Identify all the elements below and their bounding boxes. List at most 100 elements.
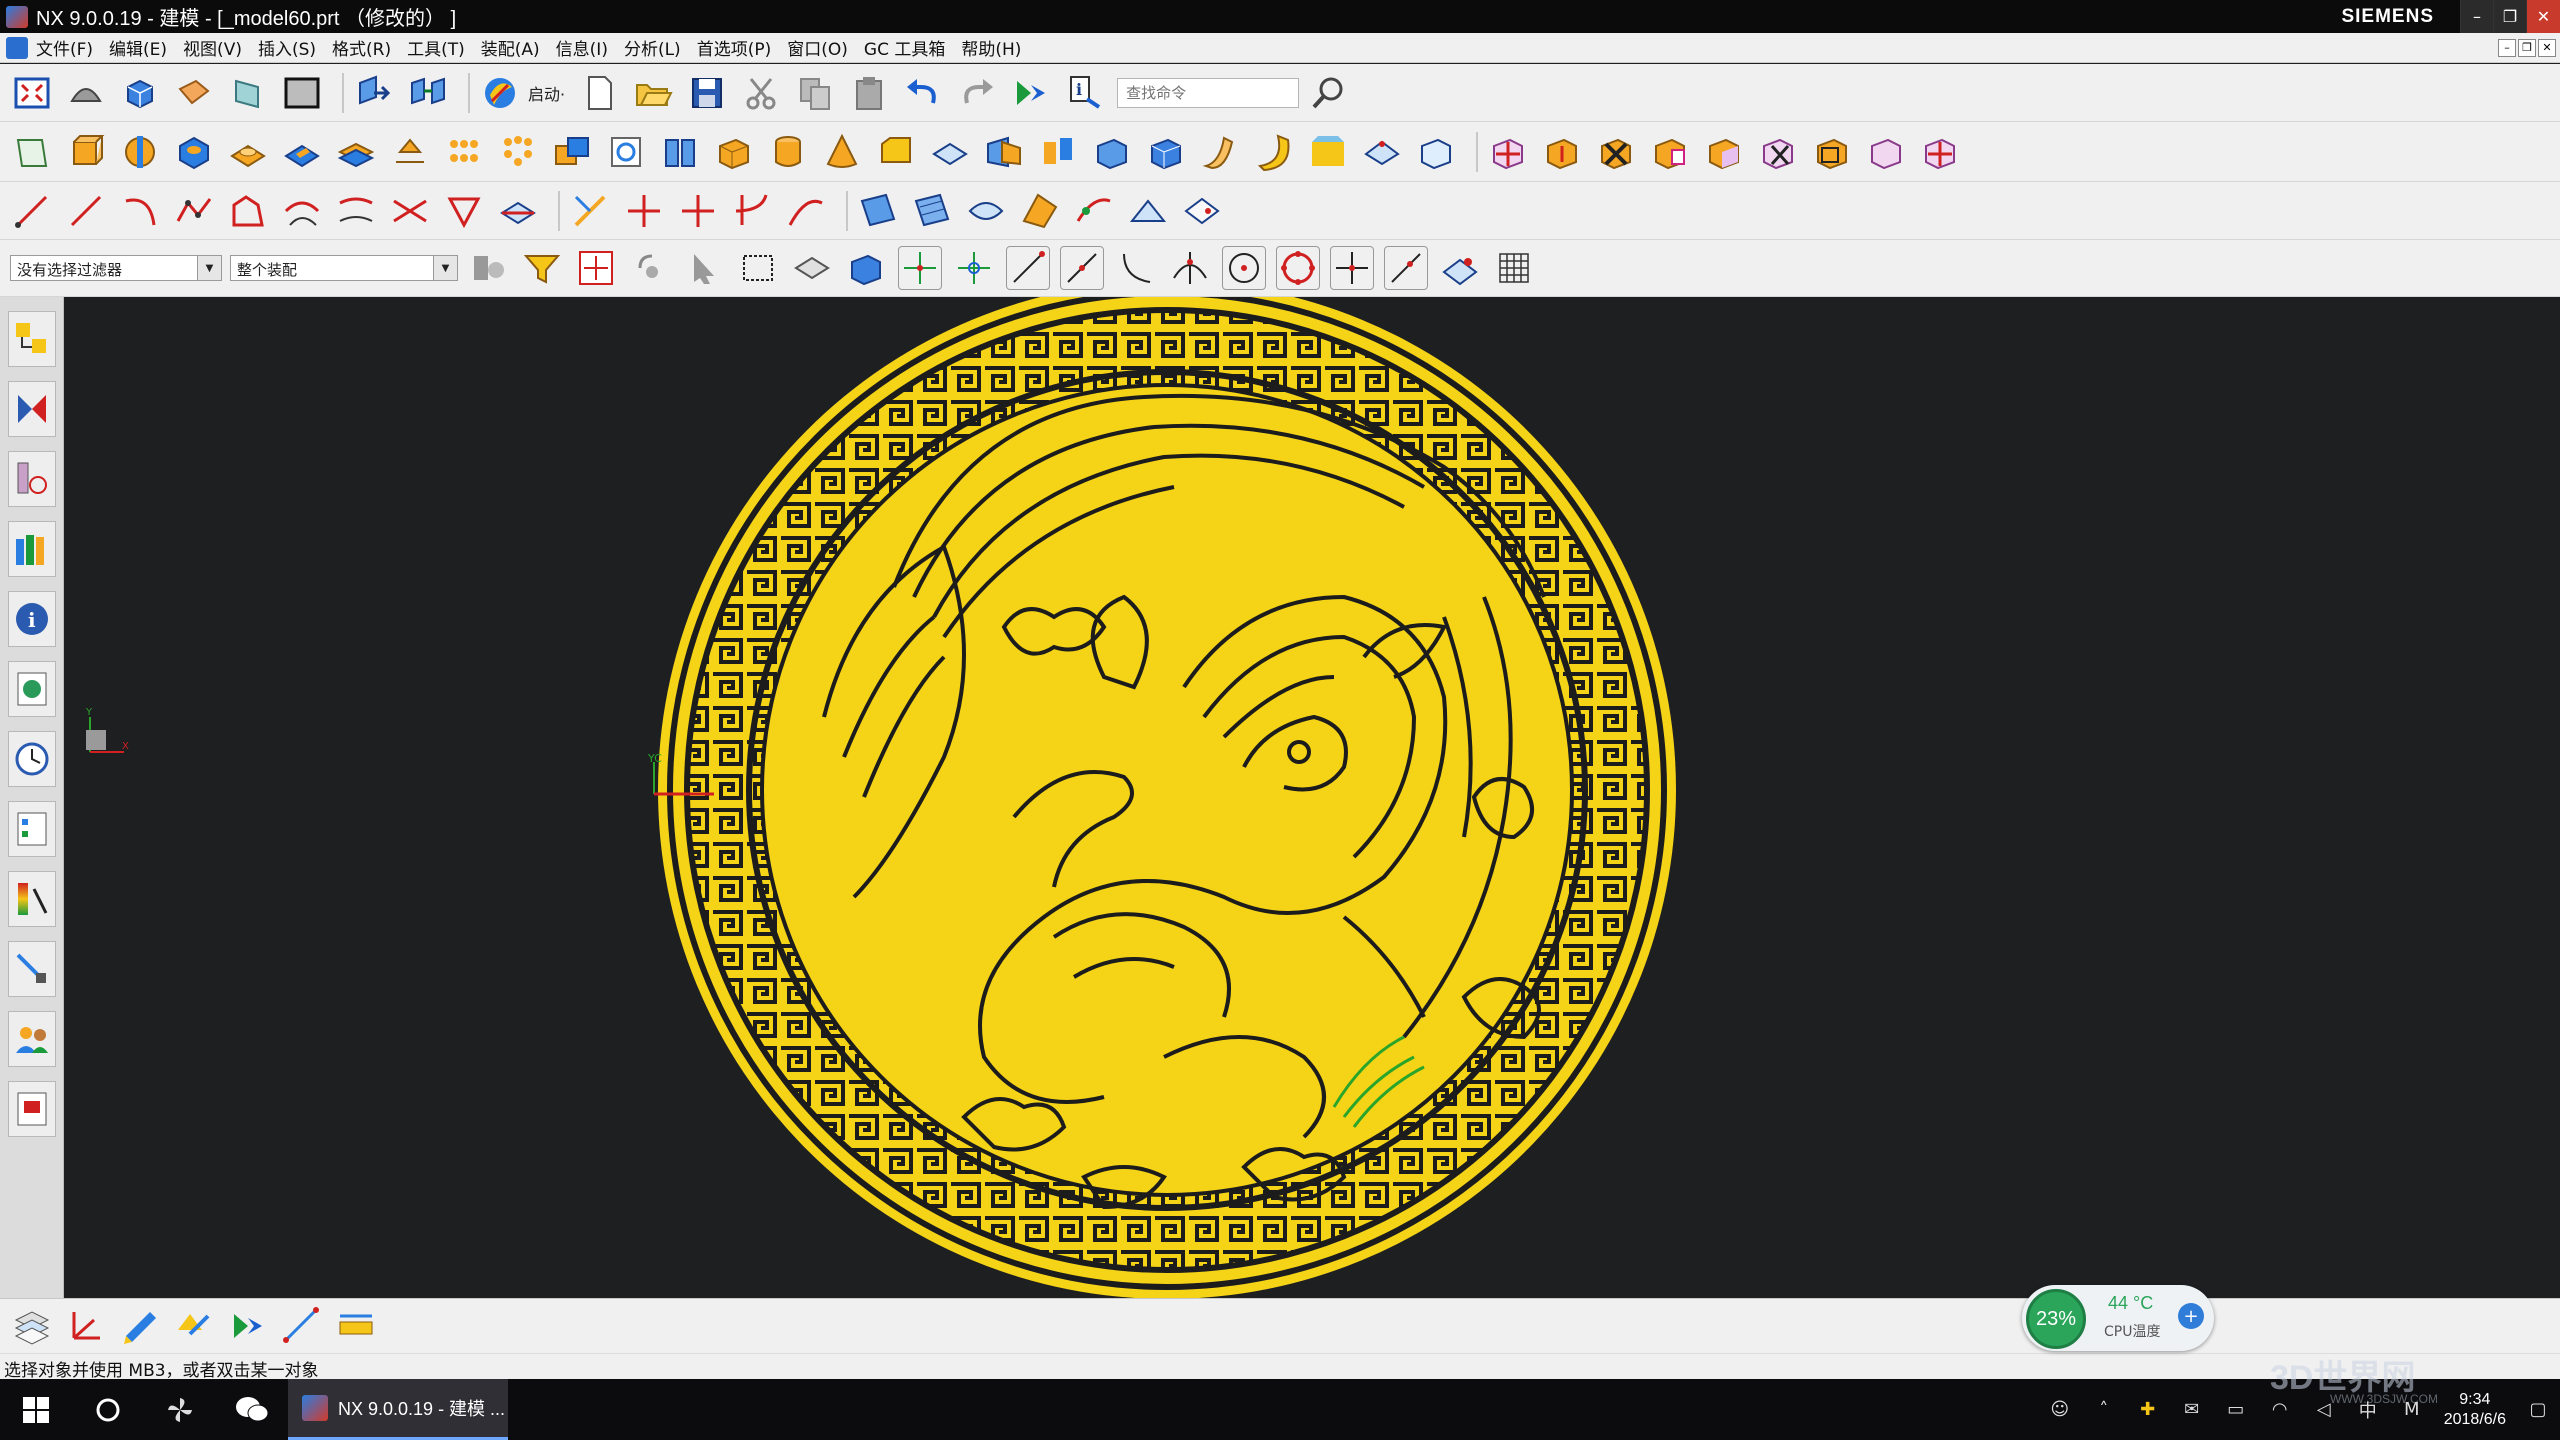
search-button[interactable]	[72, 1379, 144, 1440]
datum-plane-icon[interactable]	[1414, 130, 1458, 174]
nx-menu-logo-icon[interactable]	[6, 36, 28, 59]
bridge-curve-icon[interactable]	[568, 189, 612, 233]
offset-region-icon[interactable]	[1702, 130, 1746, 174]
layer-settings-icon[interactable]	[10, 1304, 54, 1348]
assembly-constraints-icon[interactable]	[406, 71, 450, 115]
menu-window[interactable]: 窗口(O)	[787, 35, 848, 60]
general-selection-filter-icon[interactable]	[520, 246, 564, 290]
start-label[interactable]: 启动·	[528, 81, 565, 105]
cpu-monitor-widget[interactable]: 23% 44 °C CPU温度 +	[2022, 1285, 2214, 1351]
render-style-icon[interactable]	[118, 71, 162, 115]
background-icon[interactable]	[280, 71, 324, 115]
surface-through-mesh-icon[interactable]	[856, 189, 900, 233]
snap-point-icon[interactable]	[574, 246, 618, 290]
measure-distance-icon[interactable]	[280, 1304, 324, 1348]
wcs-display-icon[interactable]	[64, 1304, 108, 1348]
snap-point-on-curve-icon[interactable]	[1330, 246, 1374, 290]
pattern-face-icon[interactable]	[1864, 130, 1908, 174]
n-sided-surface-icon[interactable]	[1018, 189, 1062, 233]
mdi-restore-button[interactable]: ❐	[2518, 38, 2536, 57]
linear-dimension-face-icon[interactable]	[1918, 130, 1962, 174]
paste-icon[interactable]	[847, 71, 891, 115]
thicken-icon[interactable]	[928, 130, 972, 174]
swept-surface-icon[interactable]	[910, 189, 954, 233]
snap-intersection-icon[interactable]	[1168, 246, 1212, 290]
hd3d-tools-icon[interactable]: i	[8, 591, 56, 647]
repeat-command-bottom-icon[interactable]	[226, 1304, 270, 1348]
assembly-filter-icon[interactable]	[466, 246, 510, 290]
divide-curve-icon[interactable]	[730, 189, 774, 233]
revolve-icon[interactable]	[118, 130, 162, 174]
assembly-navigator-icon[interactable]	[8, 311, 56, 367]
pattern-feature-icon[interactable]	[442, 130, 486, 174]
replace-face-icon[interactable]	[1648, 130, 1692, 174]
selection-scope-select[interactable]: 整个装配 ▼	[230, 255, 458, 281]
pad-icon[interactable]	[334, 130, 378, 174]
plus-icon[interactable]: +	[2178, 1303, 2204, 1329]
menu-file[interactable]: 文件(F)	[36, 35, 93, 60]
restore-button[interactable]: ❐	[2493, 0, 2526, 33]
trim-and-extend-icon[interactable]	[1126, 189, 1170, 233]
notification-icon[interactable]: ▢	[2520, 1392, 2556, 1428]
bounded-plane-icon[interactable]	[1360, 130, 1404, 174]
resize-blend-icon[interactable]	[1756, 130, 1800, 174]
wechat-button[interactable]	[216, 1379, 288, 1440]
menu-format[interactable]: 格式(R)	[332, 35, 391, 60]
selection-filter-select[interactable]: 没有选择过滤器 ▼	[10, 255, 222, 281]
fit-view-icon[interactable]	[10, 71, 54, 115]
people-icon[interactable]: ☺	[2042, 1392, 2078, 1428]
synchronous-move-face-icon[interactable]	[1486, 130, 1530, 174]
chevron-down-icon[interactable]: ▼	[197, 256, 221, 280]
reuse-library-icon[interactable]	[8, 521, 56, 577]
snap-control-point-icon[interactable]	[1114, 246, 1158, 290]
cone-icon[interactable]	[820, 130, 864, 174]
through-curves-icon[interactable]	[1306, 130, 1350, 174]
trim-body-icon[interactable]	[982, 130, 1026, 174]
wechat-tray-icon[interactable]: ✉	[2174, 1392, 2210, 1428]
move-component-icon[interactable]	[352, 71, 396, 115]
constrain-face-icon[interactable]	[1810, 130, 1854, 174]
security-app-icon[interactable]: ✚	[2130, 1392, 2166, 1428]
repeat-command-icon[interactable]	[1009, 71, 1053, 115]
battery-icon[interactable]: ▭	[2218, 1392, 2254, 1428]
menu-gc-toolkit[interactable]: GC 工具箱	[864, 35, 945, 60]
clip-plane-icon[interactable]	[226, 71, 270, 115]
graphics-window[interactable]: Y X YC	[64, 297, 2560, 1298]
snap-arc-center-icon[interactable]	[1222, 246, 1266, 290]
menu-insert[interactable]: 插入(S)	[258, 35, 316, 60]
menu-help[interactable]: 帮助(H)	[961, 35, 1021, 60]
copy-icon[interactable]	[793, 71, 837, 115]
edge-blend-icon[interactable]	[604, 130, 648, 174]
shaded-mode-icon[interactable]	[64, 71, 108, 115]
manufacturing-wizard-icon[interactable]	[8, 941, 56, 997]
boss-icon[interactable]	[226, 130, 270, 174]
edit-object-display-icon[interactable]	[118, 1304, 162, 1348]
law-extension-icon[interactable]	[1072, 189, 1116, 233]
section-curve-icon[interactable]	[442, 189, 486, 233]
cylinder-icon[interactable]	[766, 130, 810, 174]
process-studio-icon[interactable]	[8, 871, 56, 927]
snap-quadrant-icon[interactable]	[1276, 246, 1320, 290]
menu-preferences[interactable]: 首选项(P)	[697, 35, 772, 60]
offset-curve-icon[interactable]	[280, 189, 324, 233]
sketch-icon[interactable]	[10, 130, 54, 174]
shell-icon[interactable]	[658, 130, 702, 174]
information-icon[interactable]: i	[1063, 71, 1107, 115]
offset-face-icon[interactable]	[388, 130, 432, 174]
web-browser-icon[interactable]	[8, 661, 56, 717]
menu-analysis[interactable]: 分析(L)	[624, 35, 681, 60]
curve-length-icon[interactable]	[784, 189, 828, 233]
open-folder-icon[interactable]	[631, 71, 675, 115]
sew-icon[interactable]	[1180, 189, 1224, 233]
medallion-model[interactable]: Y X YC	[64, 297, 2560, 1298]
circular-pattern-icon[interactable]	[496, 130, 540, 174]
chevron-down-icon[interactable]: ▼	[433, 256, 457, 280]
draft-icon[interactable]	[1144, 130, 1188, 174]
emboss-icon[interactable]	[1090, 130, 1134, 174]
snap-end-point-icon[interactable]	[952, 246, 996, 290]
join-curve-icon[interactable]	[622, 189, 666, 233]
snap-bounded-grid-icon[interactable]	[1438, 246, 1482, 290]
hole-icon[interactable]	[172, 130, 216, 174]
unite-icon[interactable]	[550, 130, 594, 174]
line-tangent-icon[interactable]	[64, 189, 108, 233]
